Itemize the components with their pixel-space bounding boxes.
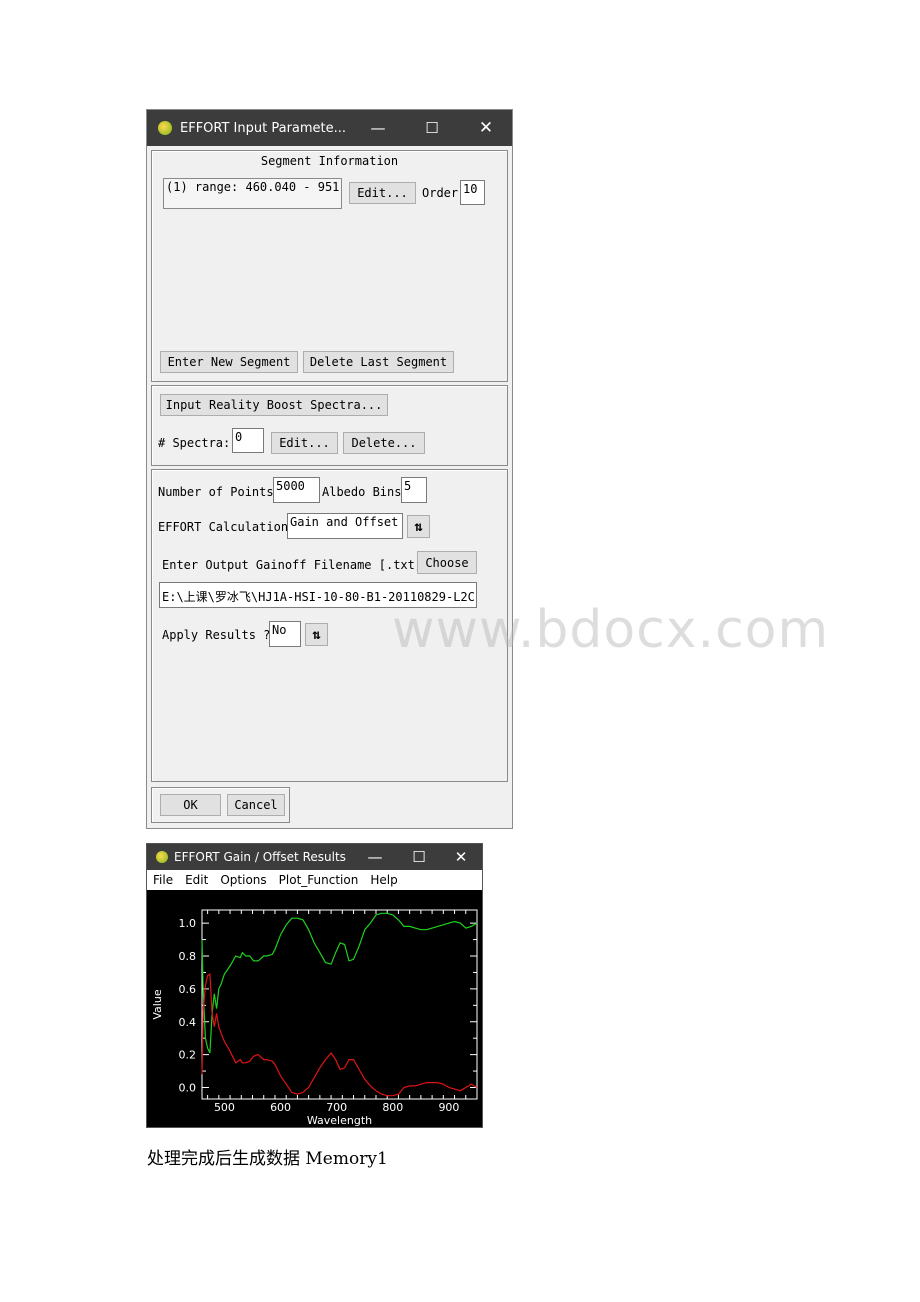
- segment-edit-button[interactable]: Edit...: [349, 182, 416, 204]
- x-tick-label: 800: [382, 1101, 403, 1114]
- menu-edit[interactable]: Edit: [179, 873, 214, 887]
- y-tick-label: 0.4: [179, 1016, 197, 1029]
- number-of-points-field[interactable]: 5000: [273, 477, 320, 503]
- results-maximize-button[interactable]: ☐: [399, 844, 439, 870]
- effort-calculation-label: EFFORT Calculation: [158, 520, 289, 534]
- apply-results-field[interactable]: No: [269, 621, 301, 647]
- series-line-gain: [201, 912, 478, 1054]
- results-close-button[interactable]: ✕: [441, 844, 481, 870]
- y-tick-label: 0.0: [179, 1081, 197, 1094]
- y-tick-label: 0.2: [179, 1049, 197, 1062]
- reality-boost-panel: Input Reality Boost Spectra... # Spectra…: [151, 385, 508, 466]
- envi-logo-icon: [158, 121, 172, 135]
- watermark: www.bdocx.com: [392, 600, 830, 660]
- apply-results-toggle-icon[interactable]: ⇅: [305, 623, 328, 646]
- minimize-button[interactable]: —: [355, 110, 401, 146]
- delete-last-segment-button[interactable]: Delete Last Segment: [303, 351, 454, 373]
- close-button[interactable]: ✕: [463, 110, 509, 146]
- cancel-button[interactable]: Cancel: [227, 794, 285, 816]
- y-tick-label: 0.6: [179, 983, 197, 996]
- results-window-titlebar[interactable]: EFFORT Gain / Offset Results — ☐ ✕: [147, 844, 482, 870]
- y-tick-label: 0.8: [179, 950, 197, 963]
- x-tick-label: 900: [438, 1101, 459, 1114]
- y-tick-label: 1.0: [179, 917, 197, 930]
- menu-file[interactable]: File: [147, 873, 179, 887]
- input-reality-boost-spectra-button[interactable]: Input Reality Boost Spectra...: [160, 394, 388, 416]
- order-label: Order: [422, 186, 459, 200]
- results-menubar: File Edit Options Plot_Function Help: [147, 870, 482, 890]
- input-window-titlebar[interactable]: EFFORT Input Paramete... — ☐ ✕: [147, 110, 512, 146]
- envi-logo-icon: [156, 851, 168, 863]
- effort-calculation-field[interactable]: Gain and Offset: [287, 513, 403, 539]
- x-tick-label: 700: [326, 1101, 347, 1114]
- caption: 处理完成后生成数据 Memory1: [147, 1149, 388, 1169]
- y-axis-label: Value: [151, 989, 164, 1019]
- albedo-bins-field[interactable]: 5: [401, 477, 427, 503]
- plot-frame: [201, 909, 478, 1100]
- gain-offset-plot[interactable]: 0.0 0.2 0.4 0.6 0.8 1.0 500 600 700 800 900 Wavelen…: [147, 890, 482, 1127]
- segment-information-panel: Segment Information (1) range: 460.040 -…: [151, 150, 508, 382]
- dialog-buttons-group: OK Cancel: [151, 787, 290, 823]
- x-tick-label: 500: [214, 1101, 235, 1114]
- menu-help[interactable]: Help: [364, 873, 403, 887]
- effort-calculation-toggle-icon[interactable]: ⇅: [407, 515, 430, 538]
- apply-results-label: Apply Results ?: [162, 628, 271, 642]
- segment-heading: Segment Information: [260, 154, 399, 168]
- number-of-points-label: Number of Points: [158, 485, 274, 499]
- order-field[interactable]: 10: [460, 180, 485, 205]
- menu-plot-function[interactable]: Plot_Function: [273, 873, 365, 887]
- segment-list[interactable]: (1) range: 460.040 - 951.: [163, 178, 342, 209]
- effort-input-window: EFFORT Input Paramete... — ☐ ✕ Segment I…: [146, 109, 513, 829]
- spectra-count-label: # Spectra:: [158, 436, 231, 450]
- menu-options[interactable]: Options: [214, 873, 272, 887]
- x-tick-label: 600: [270, 1101, 291, 1114]
- enter-new-segment-button[interactable]: Enter New Segment: [160, 351, 298, 373]
- spectra-count-field[interactable]: 0: [232, 428, 264, 453]
- spectra-edit-button[interactable]: Edit...: [271, 432, 338, 454]
- ok-button[interactable]: OK: [160, 794, 221, 816]
- x-axis-label: Wavelength: [307, 1114, 372, 1127]
- input-window-title: EFFORT Input Paramete...: [180, 120, 347, 136]
- results-minimize-button[interactable]: —: [355, 844, 395, 870]
- maximize-button[interactable]: ☐: [409, 110, 455, 146]
- albedo-bins-label: Albedo Bins: [322, 485, 402, 499]
- results-window-title: EFFORT Gain / Offset Results: [174, 850, 346, 864]
- choose-button[interactable]: Choose: [417, 551, 477, 574]
- segment-list-item[interactable]: (1) range: 460.040 - 951.: [166, 180, 341, 194]
- spectra-delete-button[interactable]: Delete...: [343, 432, 425, 454]
- output-filename-label: Enter Output Gainoff Filename [.txt]: [162, 558, 423, 572]
- series-line-offset: [201, 972, 478, 1097]
- effort-results-window: EFFORT Gain / Offset Results — ☐ ✕ File …: [146, 843, 483, 1128]
